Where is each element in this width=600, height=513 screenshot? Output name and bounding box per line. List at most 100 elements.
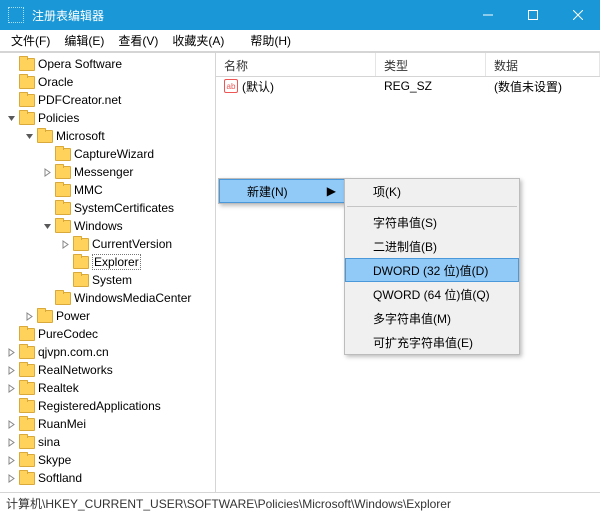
context-item[interactable]: QWORD (64 位)值(Q) [345, 282, 519, 306]
tree-node[interactable]: CurrentVersion [0, 235, 215, 253]
folder-icon [73, 238, 89, 251]
tree-node-label: Realtek [38, 381, 79, 395]
tree-node-label: CaptureWizard [74, 147, 154, 161]
menu-file[interactable]: 文件(F) [4, 30, 57, 51]
tree-node-label: Explorer [92, 254, 141, 270]
col-data[interactable]: 数据 [486, 53, 600, 76]
value-name: (默认) [242, 78, 274, 95]
tree-node-label: RealNetworks [38, 363, 113, 377]
chevron-right-icon[interactable] [22, 309, 36, 323]
context-item[interactable]: 多字符串值(M) [345, 306, 519, 330]
tree-node[interactable]: Policies [0, 109, 215, 127]
folder-icon [55, 166, 71, 179]
tree-node[interactable]: Softland [0, 469, 215, 487]
tree-node[interactable]: RealNetworks [0, 361, 215, 379]
chevron-down-icon[interactable] [40, 219, 54, 233]
chevron-right-icon[interactable] [58, 237, 72, 251]
context-item[interactable]: DWORD (32 位)值(D) [345, 258, 519, 282]
tree-node-label: Power [56, 309, 90, 323]
folder-icon [19, 472, 35, 485]
titlebar[interactable]: 注册表编辑器 [0, 0, 600, 30]
tree-node[interactable]: RuanMei [0, 415, 215, 433]
folder-icon [55, 202, 71, 215]
folder-icon [19, 346, 35, 359]
context-item[interactable]: 二进制值(B) [345, 234, 519, 258]
context-item-label: 可扩充字符串值(E) [373, 334, 473, 351]
chevron-right-icon[interactable] [40, 165, 54, 179]
tree-node[interactable]: Messenger [0, 163, 215, 181]
tree-node[interactable]: Realtek [0, 379, 215, 397]
tree-node[interactable]: RegisteredApplications [0, 397, 215, 415]
context-item-label: 新建(N) [247, 183, 288, 200]
col-type[interactable]: 类型 [376, 53, 486, 76]
folder-icon [73, 256, 89, 269]
tree-node[interactable]: Microsoft [0, 127, 215, 145]
chevron-right-icon[interactable] [4, 345, 18, 359]
tree-node-label: Skype [38, 453, 71, 467]
tree-node[interactable]: CaptureWizard [0, 145, 215, 163]
folder-icon [19, 58, 35, 71]
folder-icon [19, 328, 35, 341]
chevron-right-icon[interactable] [4, 453, 18, 467]
tree-node[interactable]: Windows [0, 217, 215, 235]
tree-twisty-empty [40, 201, 54, 215]
context-item-label: 多字符串值(M) [373, 310, 451, 327]
tree-node-label: Messenger [74, 165, 133, 179]
tree-node[interactable]: Skype [0, 451, 215, 469]
tree-node[interactable]: PureCodec [0, 325, 215, 343]
registry-tree[interactable]: Opera SoftwareOracle PDFCreator.net Polici… [0, 53, 216, 492]
folder-icon [19, 418, 35, 431]
menu-edit[interactable]: 编辑(E) [57, 30, 111, 51]
folder-icon [19, 112, 35, 125]
maximize-button[interactable] [510, 0, 555, 30]
context-item-new[interactable]: 新建(N) ▶ [219, 179, 345, 203]
chevron-right-icon[interactable] [4, 417, 18, 431]
tree-node[interactable]: WindowsMediaCenter [0, 289, 215, 307]
folder-icon [19, 454, 35, 467]
listview-header[interactable]: 名称 类型 数据 [216, 53, 600, 77]
tree-node[interactable]: sina [0, 433, 215, 451]
tree-node[interactable]: MMC [0, 181, 215, 199]
context-item-label: QWORD (64 位)值(Q) [373, 286, 490, 303]
context-item-label: 二进制值(B) [373, 238, 437, 255]
chevron-right-icon[interactable] [4, 381, 18, 395]
statusbar: 计算机\HKEY_CURRENT_USER\SOFTWARE\Policies\… [0, 492, 600, 513]
tree-node-label: PDFCreator.net [38, 93, 121, 107]
string-value-icon: ab [224, 79, 238, 93]
tree-node[interactable]: SystemCertificates [0, 199, 215, 217]
list-row[interactable]: ab(默认)REG_SZ(数值未设置) [216, 77, 600, 95]
folder-icon [19, 436, 35, 449]
tree-node[interactable]: PDFCreator.net [0, 91, 215, 109]
tree-node-label: WindowsMediaCenter [74, 291, 191, 305]
tree-node-label: SystemCertificates [74, 201, 174, 215]
tree-node[interactable]: Opera Software [0, 55, 215, 73]
tree-node[interactable]: Oracle [0, 73, 215, 91]
tree-node-label: Windows [74, 219, 123, 233]
status-path: 计算机\HKEY_CURRENT_USER\SOFTWARE\Policies\… [6, 495, 451, 512]
minimize-button[interactable] [465, 0, 510, 30]
tree-node-label: System [92, 273, 132, 287]
tree-twisty-empty [58, 273, 72, 287]
context-separator [347, 206, 517, 207]
col-name[interactable]: 名称 [216, 53, 376, 76]
chevron-right-icon[interactable] [4, 435, 18, 449]
folder-icon [55, 292, 71, 305]
context-item[interactable]: 项(K) [345, 179, 519, 203]
tree-node[interactable]: System [0, 271, 215, 289]
value-data: (数值未设置) [486, 78, 600, 95]
menubar: 文件(F) 编辑(E) 查看(V) 收藏夹(A) 帮助(H) [0, 30, 600, 52]
chevron-down-icon[interactable] [4, 111, 18, 125]
chevron-down-icon[interactable] [22, 129, 36, 143]
tree-node-label: Softland [38, 471, 82, 485]
tree-node[interactable]: qjvpn.com.cn [0, 343, 215, 361]
context-item[interactable]: 字符串值(S) [345, 210, 519, 234]
menu-view[interactable]: 查看(V) [111, 30, 165, 51]
tree-node[interactable]: Explorer [0, 253, 215, 271]
tree-node[interactable]: Power [0, 307, 215, 325]
menu-favorites[interactable]: 收藏夹(A) [165, 30, 231, 51]
chevron-right-icon[interactable] [4, 363, 18, 377]
context-item[interactable]: 可扩充字符串值(E) [345, 330, 519, 354]
chevron-right-icon[interactable] [4, 471, 18, 485]
close-button[interactable] [555, 0, 600, 30]
menu-help[interactable]: 帮助(H) [243, 30, 298, 51]
